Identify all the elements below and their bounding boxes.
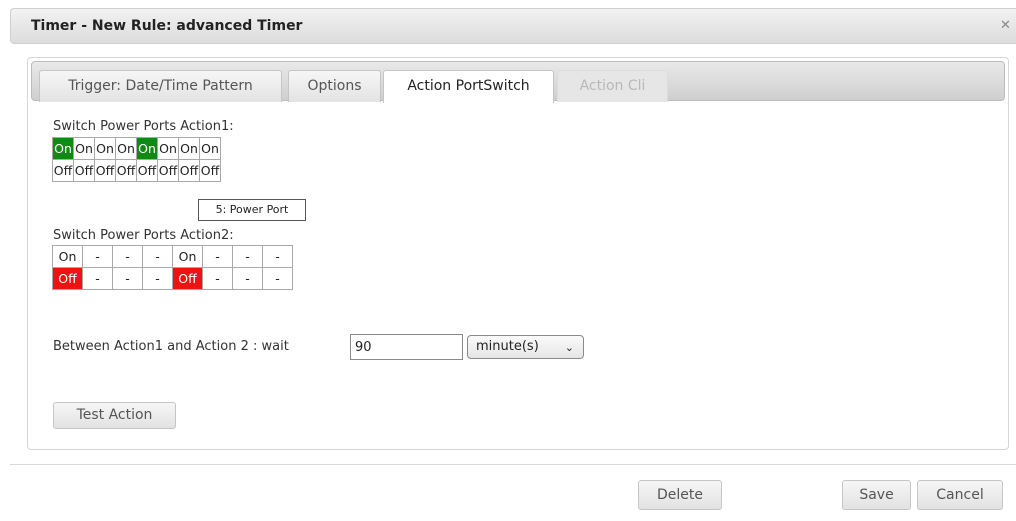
dialog-titlebar: Timer - New Rule: advanced Timer ✕	[10, 8, 1016, 44]
dialog-title: Timer - New Rule: advanced Timer	[31, 18, 303, 34]
action1-off-port-7[interactable]: Off	[178, 159, 200, 182]
tab-options[interactable]: Options	[288, 70, 381, 102]
action2-on-port-1[interactable]: On	[52, 245, 83, 268]
delete-button[interactable]: Delete	[638, 480, 722, 510]
tab-action-portswitch[interactable]: Action PortSwitch	[383, 70, 554, 103]
action2-off-row: Off - - - Off - - -	[52, 267, 293, 290]
footer-divider	[10, 464, 1016, 465]
wait-unit-value: minute(s)	[476, 339, 539, 354]
action2-off-port-3[interactable]: -	[112, 267, 143, 290]
action1-on-port-8[interactable]: On	[199, 137, 221, 160]
action2-on-port-4[interactable]: -	[142, 245, 173, 268]
action1-on-port-2[interactable]: On	[73, 137, 95, 160]
action2-on-port-8[interactable]: -	[262, 245, 293, 268]
tab-trigger[interactable]: Trigger: Date/Time Pattern	[39, 70, 282, 102]
action2-off-port-2[interactable]: -	[82, 267, 113, 290]
wait-unit-select[interactable]: minute(s) ⌄	[467, 335, 584, 359]
action2-on-row: On - - - On - - -	[52, 245, 293, 268]
action1-off-port-3[interactable]: Off	[94, 159, 116, 182]
action1-on-port-3[interactable]: On	[94, 137, 116, 160]
action1-on-port-5[interactable]: On	[136, 137, 158, 160]
action1-on-row: On On On On On On On On	[52, 137, 221, 160]
wait-label: Between Action1 and Action 2 : wait	[53, 339, 289, 354]
action2-on-port-5[interactable]: On	[172, 245, 203, 268]
action1-off-port-2[interactable]: Off	[73, 159, 95, 182]
action2-off-port-6[interactable]: -	[202, 267, 233, 290]
action2-off-port-7[interactable]: -	[232, 267, 263, 290]
action2-on-port-3[interactable]: -	[112, 245, 143, 268]
action2-on-port-7[interactable]: -	[232, 245, 263, 268]
action1-off-port-5[interactable]: Off	[136, 159, 158, 182]
action1-off-port-4[interactable]: Off	[115, 159, 137, 182]
action1-off-port-8[interactable]: Off	[199, 159, 221, 182]
tab-bar: Trigger: Date/Time Pattern Options Actio…	[31, 61, 1005, 103]
port-tooltip: 5: Power Port	[198, 199, 306, 221]
test-action-button[interactable]: Test Action	[53, 402, 176, 429]
action1-port-grid: On On On On On On On On Off Off Off Off …	[52, 137, 221, 182]
action1-off-port-6[interactable]: Off	[157, 159, 179, 182]
tab-action-cli: Action Cli	[557, 70, 668, 102]
action2-on-port-2[interactable]: -	[82, 245, 113, 268]
timer-dialog: Timer - New Rule: advanced Timer ✕ Trigg…	[0, 0, 1016, 521]
close-icon[interactable]: ✕	[1000, 19, 1012, 32]
action1-off-port-1[interactable]: Off	[52, 159, 74, 182]
action1-on-port-1[interactable]: On	[52, 137, 74, 160]
action1-label: Switch Power Ports Action1:	[53, 119, 234, 134]
action1-off-row: Off Off Off Off Off Off Off Off	[52, 159, 221, 182]
action1-on-port-4[interactable]: On	[115, 137, 137, 160]
cancel-button[interactable]: Cancel	[917, 480, 1003, 510]
chevron-down-icon: ⌄	[564, 341, 574, 354]
wait-minutes-input[interactable]	[350, 334, 463, 360]
action2-off-port-5[interactable]: Off	[172, 267, 203, 290]
action1-on-port-7[interactable]: On	[178, 137, 200, 160]
action2-off-port-4[interactable]: -	[142, 267, 173, 290]
action1-on-port-6[interactable]: On	[157, 137, 179, 160]
save-button[interactable]: Save	[842, 480, 911, 510]
action2-on-port-6[interactable]: -	[202, 245, 233, 268]
action2-label: Switch Power Ports Action2:	[53, 228, 234, 243]
action2-port-grid: On - - - On - - - Off - - - Off - - -	[52, 245, 293, 290]
action2-off-port-8[interactable]: -	[262, 267, 293, 290]
action2-off-port-1[interactable]: Off	[52, 267, 83, 290]
